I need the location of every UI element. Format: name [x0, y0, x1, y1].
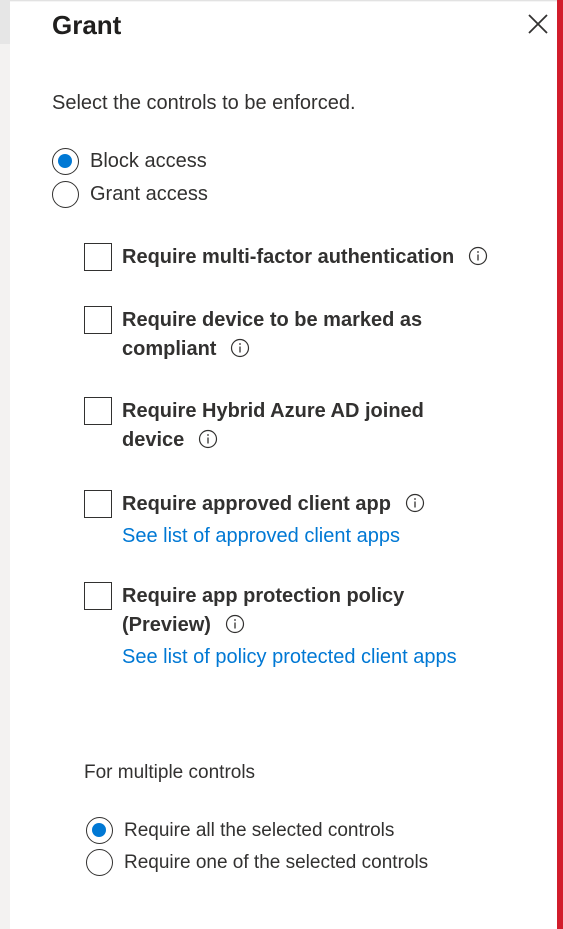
- radio-button-checked[interactable]: [52, 148, 79, 175]
- require-all-radio[interactable]: Require all the selected controls: [86, 817, 394, 844]
- block-access-radio[interactable]: Block access: [52, 148, 207, 175]
- info-icon[interactable]: [225, 614, 245, 634]
- close-button[interactable]: [524, 10, 552, 38]
- control-text: Require device to be marked as compliant: [122, 306, 442, 364]
- control-text: Require multi-factor authentication: [122, 243, 502, 272]
- hybrid-azure-ad-checkbox[interactable]: [84, 397, 112, 425]
- info-icon[interactable]: [405, 493, 425, 513]
- approved-client-app-checkbox[interactable]: [84, 490, 112, 518]
- require-all-label: Require all the selected controls: [124, 819, 395, 841]
- control-text: Require app protection policy (Preview) …: [122, 582, 457, 672]
- info-icon[interactable]: [198, 429, 218, 449]
- hybrid-azure-ad-label: Require Hybrid Azure AD joined device: [122, 400, 424, 451]
- mfa-checkbox[interactable]: [84, 243, 112, 271]
- panel-subtitle: Select the controls to be enforced.: [52, 92, 356, 114]
- panel-top-shadow: [10, 0, 557, 2]
- compliant-device-checkbox[interactable]: [84, 306, 112, 334]
- info-icon[interactable]: [468, 246, 488, 266]
- approved-client-app-label: Require approved client app: [122, 493, 391, 515]
- approved-client-apps-link[interactable]: See list of approved client apps: [122, 522, 502, 551]
- radio-button-unchecked[interactable]: [52, 181, 79, 208]
- close-icon: [528, 14, 548, 34]
- multiple-controls-label: For multiple controls: [84, 762, 256, 783]
- app-protection-policy-label: Require app protection policy (Preview): [122, 585, 405, 636]
- background-blade-header: [0, 0, 10, 44]
- policy-protected-apps-link[interactable]: See list of policy protected client apps: [122, 643, 542, 672]
- grant-access-radio[interactable]: Grant access: [52, 181, 208, 208]
- app-protection-policy-checkbox[interactable]: [84, 582, 112, 610]
- require-one-label: Require one of the selected controls: [124, 851, 429, 873]
- panel-title: Grant: [52, 10, 122, 40]
- radio-button-unchecked[interactable]: [86, 849, 113, 876]
- require-one-radio[interactable]: Require one of the selected controls: [86, 849, 428, 876]
- grant-access-label: Grant access: [90, 183, 208, 205]
- compliant-device-label: Require device to be marked as compliant: [122, 309, 423, 360]
- info-icon[interactable]: [230, 338, 250, 358]
- control-text: Require Hybrid Azure AD joined device: [122, 397, 442, 455]
- radio-button-checked[interactable]: [86, 817, 113, 844]
- background-blade: [0, 0, 10, 929]
- window-edge: [557, 0, 563, 929]
- block-access-label: Block access: [90, 150, 207, 172]
- mfa-label: Require multi-factor authentication: [122, 246, 455, 268]
- control-text: Require approved client app See list of …: [122, 490, 502, 551]
